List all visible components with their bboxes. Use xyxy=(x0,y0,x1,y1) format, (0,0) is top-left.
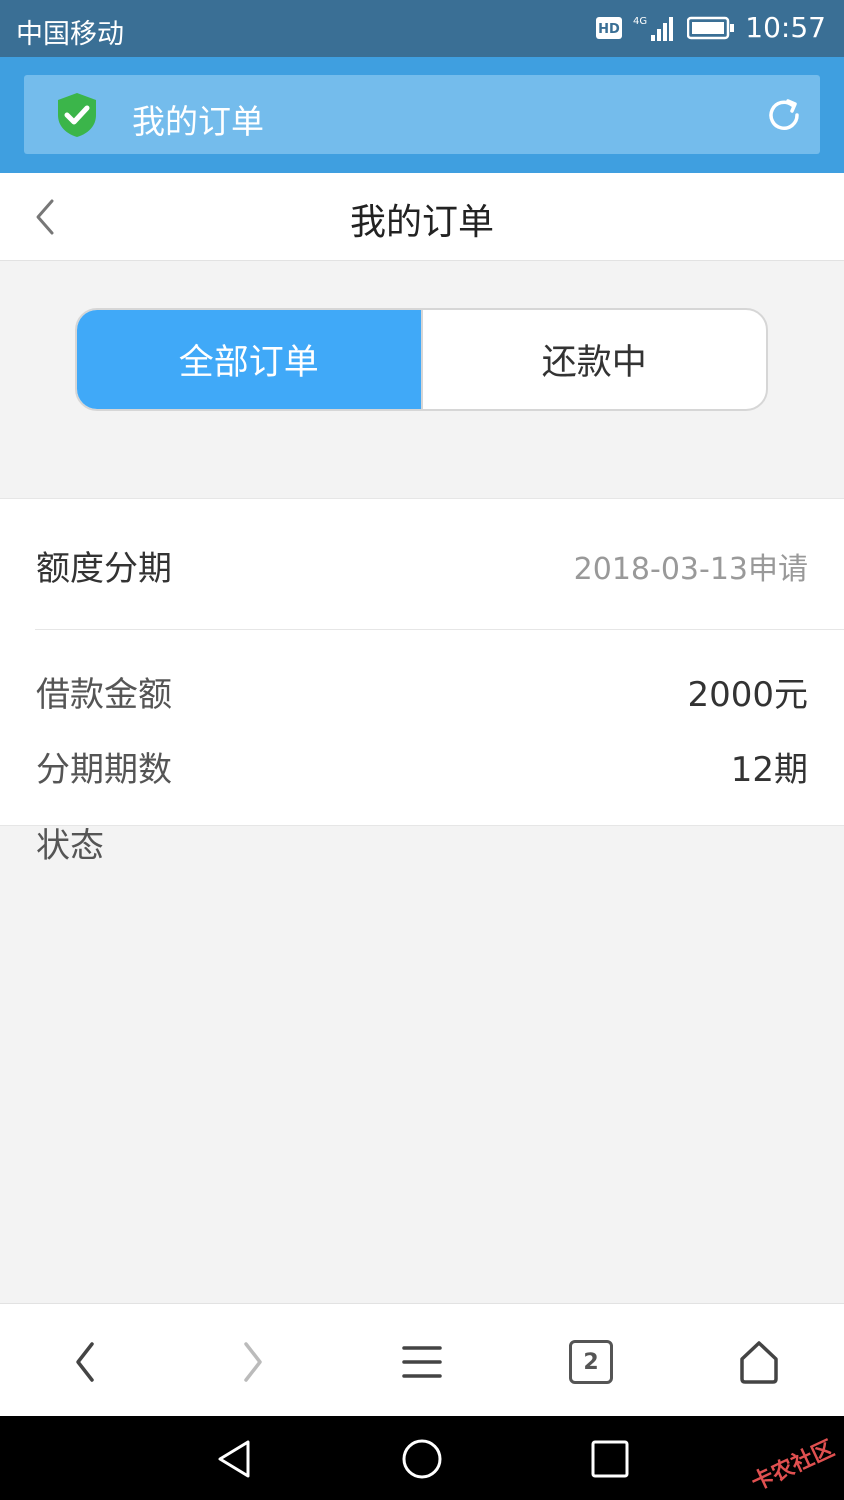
periods-value: 12期 xyxy=(730,750,808,790)
chevron-left-icon xyxy=(76,1342,94,1382)
page-header: 我的订单 xyxy=(0,173,844,261)
hd-badge: HD xyxy=(598,22,620,37)
battery-icon xyxy=(687,16,735,39)
system-navigation-bar: 卡农社区 xyxy=(0,1416,844,1500)
home-icon xyxy=(740,1341,778,1384)
system-back-icon[interactable] xyxy=(210,1434,260,1484)
tab-count-badge: 2 xyxy=(569,1340,613,1384)
order-filter-tabs: 全部订单 还款中 xyxy=(75,308,768,411)
status-bar: 中国移动 HD 4G 10:57 xyxy=(0,0,844,57)
clock: 10:57 xyxy=(745,11,826,44)
loan-amount-label: 借款金额 xyxy=(36,675,172,715)
order-header-row: 额度分期 2018-03-13申请 xyxy=(36,541,808,590)
browser-forward-button[interactable] xyxy=(225,1334,281,1390)
signal-icon: 4G xyxy=(633,16,674,41)
order-card[interactable]: 额度分期 2018-03-13申请 借款金额 2000元 分期期数 12期 xyxy=(0,498,844,826)
carrier-name: 中国移动 xyxy=(16,19,124,50)
shield-check-icon xyxy=(58,93,96,137)
order-date: 2018-03-13申请 xyxy=(573,551,808,587)
order-type: 额度分期 xyxy=(36,549,172,589)
page-title: 我的订单 xyxy=(349,202,494,243)
browser-toolbar: 我的订单 xyxy=(0,57,844,173)
loan-amount-value: 2000元 xyxy=(687,675,808,715)
tab-all-orders[interactable]: 全部订单 xyxy=(77,310,421,409)
address-bar[interactable]: 我的订单 xyxy=(24,75,820,154)
network-type: 4G xyxy=(633,16,647,27)
browser-back-button[interactable] xyxy=(57,1334,113,1390)
tab-repaying[interactable]: 还款中 xyxy=(420,310,767,409)
system-home-icon[interactable] xyxy=(397,1434,447,1484)
status-icons: HD 4G 10:57 xyxy=(595,11,826,44)
status-label: 状态 xyxy=(36,826,104,866)
loan-amount-row: 借款金额 2000元 xyxy=(36,667,808,716)
menu-icon xyxy=(402,1346,442,1378)
address-text: 我的订单 xyxy=(132,102,264,141)
watermark: 卡农社区 xyxy=(747,1436,839,1497)
browser-bottom-toolbar: 2 xyxy=(0,1303,844,1416)
periods-row: 分期期数 12期 xyxy=(36,742,808,791)
reload-icon[interactable] xyxy=(764,95,804,135)
browser-menu-button[interactable] xyxy=(394,1334,450,1390)
hd-icon: HD xyxy=(596,16,623,39)
home-button[interactable] xyxy=(731,1334,787,1390)
system-recents-icon[interactable] xyxy=(585,1434,635,1484)
periods-label: 分期期数 xyxy=(36,750,172,790)
tabs-button[interactable]: 2 xyxy=(563,1334,619,1390)
divider xyxy=(35,629,844,630)
chevron-right-icon xyxy=(244,1342,262,1382)
